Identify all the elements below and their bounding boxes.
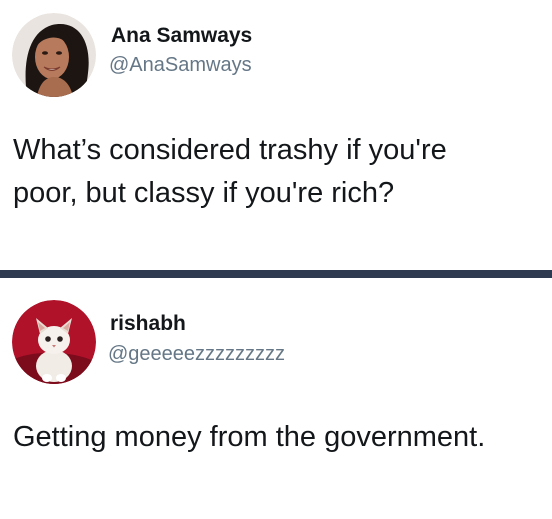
tweet-text-line: Getting money from the government. xyxy=(13,421,486,453)
tweet-reply: rishabh @geeeeezzzzzzzzz Getting money f… xyxy=(0,283,552,519)
tweet-text-line: poor, but classy if you're rich? xyxy=(13,177,395,209)
tweet-text: What’s considered trashy if you're poor,… xyxy=(13,129,447,215)
avatar-photo-icon xyxy=(12,13,96,97)
tweet-text-line: What’s considered trashy if you're xyxy=(13,134,447,166)
divider xyxy=(0,270,552,278)
avatar-rishabh[interactable] xyxy=(12,300,96,384)
tweet-original: Ana Samways @AnaSamways What’s considere… xyxy=(0,0,552,270)
tweet-text: Getting money from the government. xyxy=(13,416,485,459)
avatar-kitten-icon xyxy=(12,300,96,384)
screenshot-page: Ana Samways @AnaSamways What’s considere… xyxy=(0,0,552,519)
author-name[interactable]: Ana Samways xyxy=(111,24,252,48)
author-handle[interactable]: @geeeeezzzzzzzzz xyxy=(108,343,285,366)
author-handle[interactable]: @AnaSamways xyxy=(109,54,252,77)
author-name[interactable]: rishabh xyxy=(110,312,186,336)
avatar-ana-samways[interactable] xyxy=(12,13,96,97)
